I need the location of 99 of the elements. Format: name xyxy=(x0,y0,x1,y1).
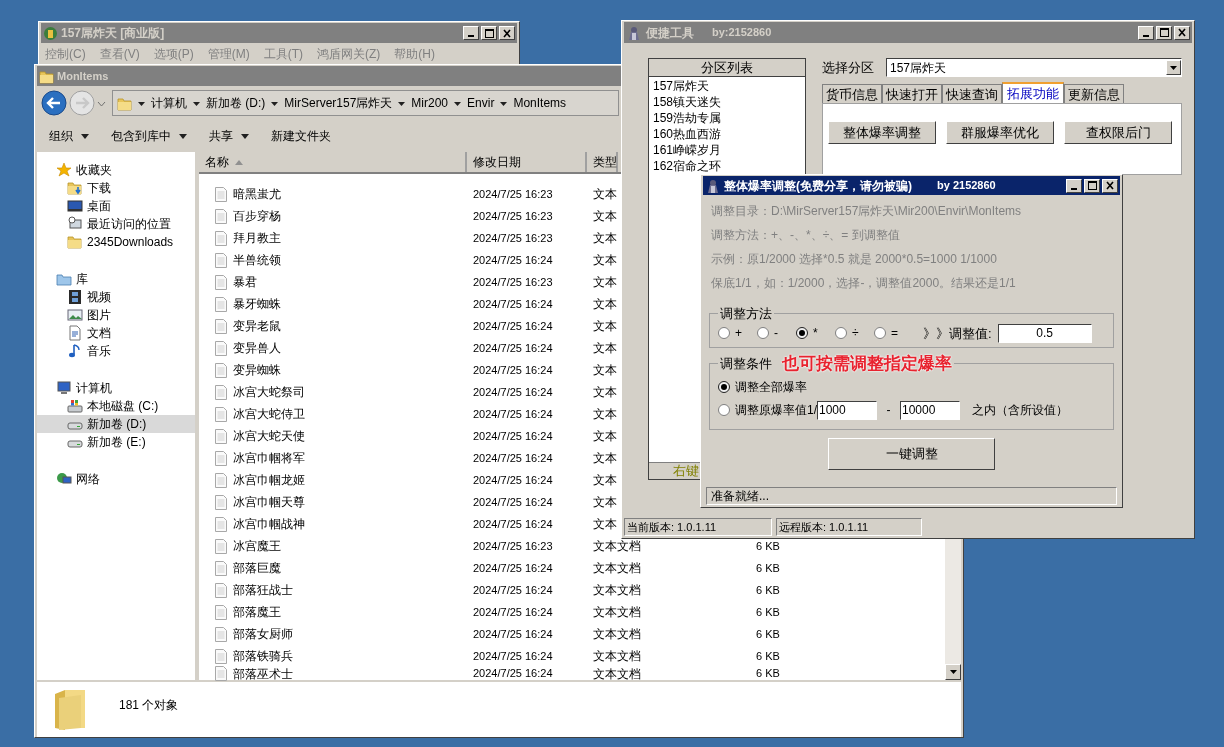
file-name: 冰宫魔王 xyxy=(233,538,281,555)
file-name: 部落女厨师 xyxy=(233,626,293,643)
type-cell-text: 文本 xyxy=(593,450,617,467)
date-cell-text: 2024/7/25 16:23 xyxy=(472,538,554,554)
size-cell-text: 6 KB xyxy=(756,560,780,576)
size-cell-text: 6 KB xyxy=(756,666,780,682)
window-title: 便捷工具 xyxy=(646,24,694,42)
file-name: 冰宫巾帼将军 xyxy=(233,450,305,467)
file-name: 暗黑蚩尤 xyxy=(233,186,281,203)
type-cell-text: 文本 xyxy=(593,274,617,291)
size-cell-text: 6 KB xyxy=(756,626,780,642)
file-name: 冰宫大蛇祭司 xyxy=(233,384,305,401)
date-cell-text: 2024/7/25 16:24 xyxy=(472,384,554,400)
group-title: 调整方法 xyxy=(719,305,773,323)
file-name: 冰宫大蛇侍卫 xyxy=(233,406,305,423)
type-cell-text: 文本 xyxy=(593,406,617,423)
file-name: 部落巨魔 xyxy=(233,560,281,577)
group-title: 调整条件 xyxy=(720,355,772,373)
status-text: 当前版本: 1.0.1.11 xyxy=(624,518,772,536)
file-name: 暴君 xyxy=(233,274,257,291)
window-title: 157屌炸天 [商业版] xyxy=(61,25,165,42)
info-text: 调整方法：+、-、*、÷、= 到调整值 xyxy=(710,227,901,244)
date-cell-text: 2024/7/25 16:24 xyxy=(472,494,554,510)
date-cell-text: 2024/7/25 16:23 xyxy=(472,208,554,224)
file-name: 冰宫巾帼龙姬 xyxy=(233,472,305,489)
author-text: by:2152860 xyxy=(712,25,772,41)
size-cell-text: 6 KB xyxy=(756,648,780,664)
type-cell-text: 文本 xyxy=(593,384,617,401)
type-cell-text: 文本 xyxy=(593,472,617,489)
dropdown-value: 157屌炸天 xyxy=(890,59,948,77)
date-cell-text: 2024/7/25 16:24 xyxy=(472,582,554,598)
size-cell-text: 6 KB xyxy=(756,604,780,620)
field-label: 》》调整值: xyxy=(923,324,992,343)
file-name: 拜月教主 xyxy=(233,230,281,247)
type-cell-text: 文本 xyxy=(593,230,617,247)
separator-text: - xyxy=(885,402,892,419)
status-text: 准备就绪... xyxy=(706,487,1117,505)
date-cell-text: 2024/7/25 16:23 xyxy=(472,230,554,246)
type-cell-text: 文本 xyxy=(593,296,617,313)
file-name: 变异蜘蛛 xyxy=(233,362,281,379)
date-cell-text: 2024/7/25 16:23 xyxy=(472,186,554,202)
file-name: 部落铁骑兵 xyxy=(233,648,293,665)
date-cell-text: 2024/7/25 16:24 xyxy=(472,252,554,268)
file-name: 半兽统领 xyxy=(233,252,281,269)
status-text: 181 个对象 xyxy=(119,697,179,714)
file-name: 部落魔王 xyxy=(233,604,281,621)
type-cell-text: 文本文档 xyxy=(593,665,641,683)
type-cell-text: 文本文档 xyxy=(593,648,641,665)
type-cell-text: 文本 xyxy=(593,208,617,225)
type-cell-text: 文本 xyxy=(593,340,617,357)
date-cell-text: 2024/7/25 16:24 xyxy=(472,450,554,466)
date-cell-text: 2024/7/25 16:24 xyxy=(472,626,554,642)
date-cell-text: 2024/7/25 16:24 xyxy=(472,428,554,444)
file-name: 冰宫巾帼天尊 xyxy=(233,494,305,511)
file-name: 冰宫巾帼战神 xyxy=(233,516,305,533)
date-cell-text: 2024/7/25 16:24 xyxy=(472,296,554,312)
info-text: 调整目录：D:\MirServer157屌炸天\Mir200\Envir\MonItems xyxy=(710,203,1023,220)
file-name: 部落巫术士 xyxy=(233,665,293,683)
file-name: 暴牙蜘蛛 xyxy=(233,296,281,313)
date-cell-text: 2024/7/25 16:24 xyxy=(472,666,554,682)
date-cell-text: 2024/7/25 16:24 xyxy=(472,362,554,378)
type-cell-text: 文本文档 xyxy=(593,582,641,599)
type-cell-text: 文本 xyxy=(593,252,617,269)
type-cell-text: 文本文档 xyxy=(593,538,641,555)
type-cell-text: 文本文档 xyxy=(593,560,641,577)
status-text: 远程版本: 1.0.1.11 xyxy=(776,518,922,536)
field-label: 选择分区 xyxy=(822,58,875,77)
type-cell-text: 文本 xyxy=(593,516,617,533)
author-text: by 2152860 xyxy=(937,178,996,194)
type-cell-text: 文本 xyxy=(593,186,617,203)
list-header: 分区列表 xyxy=(649,59,805,77)
size-cell-text: 6 KB xyxy=(756,538,780,554)
date-cell-text: 2024/7/25 16:24 xyxy=(472,560,554,576)
info-text: 保底1/1，如：1/2000，选择-，调整值2000。结果还是1/1 xyxy=(710,275,1017,292)
date-cell-text: 2024/7/25 16:24 xyxy=(472,340,554,356)
date-cell-text: 2024/7/25 16:24 xyxy=(472,318,554,334)
type-cell-text: 文本文档 xyxy=(593,604,641,621)
window-title: 整体爆率调整(免费分享，请勿被骗) xyxy=(724,177,912,195)
info-text: 示例：原1/2000 选择*0.5 就是 2000*0.5=1000 1/1000 xyxy=(710,251,998,268)
file-name: 部落狂战士 xyxy=(233,582,293,599)
type-cell-text: 文本 xyxy=(593,318,617,335)
type-cell-text: 文本 xyxy=(593,362,617,379)
annotation-text: 也可按需调整指定爆率 xyxy=(782,354,952,373)
size-cell-text: 6 KB xyxy=(756,582,780,598)
type-cell-text: 文本 xyxy=(593,428,617,445)
type-cell-text: 文本文档 xyxy=(593,626,641,643)
date-cell-text: 2024/7/25 16:24 xyxy=(472,604,554,620)
date-cell-text: 2024/7/25 16:24 xyxy=(472,406,554,422)
date-cell-text: 2024/7/25 16:24 xyxy=(472,516,554,532)
file-name: 变异老鼠 xyxy=(233,318,281,335)
date-cell-text: 2024/7/25 16:23 xyxy=(472,274,554,290)
date-cell-text: 2024/7/25 16:24 xyxy=(472,472,554,488)
file-name: 冰宫大蛇天使 xyxy=(233,428,305,445)
window-title: MonItems xyxy=(57,68,109,84)
suffix-text: 之内（含所设值） xyxy=(972,402,1068,419)
file-name: 变异兽人 xyxy=(233,340,281,357)
type-cell-text: 文本 xyxy=(593,494,617,511)
file-name: 百步穿杨 xyxy=(233,208,281,225)
date-cell-text: 2024/7/25 16:24 xyxy=(472,648,554,664)
